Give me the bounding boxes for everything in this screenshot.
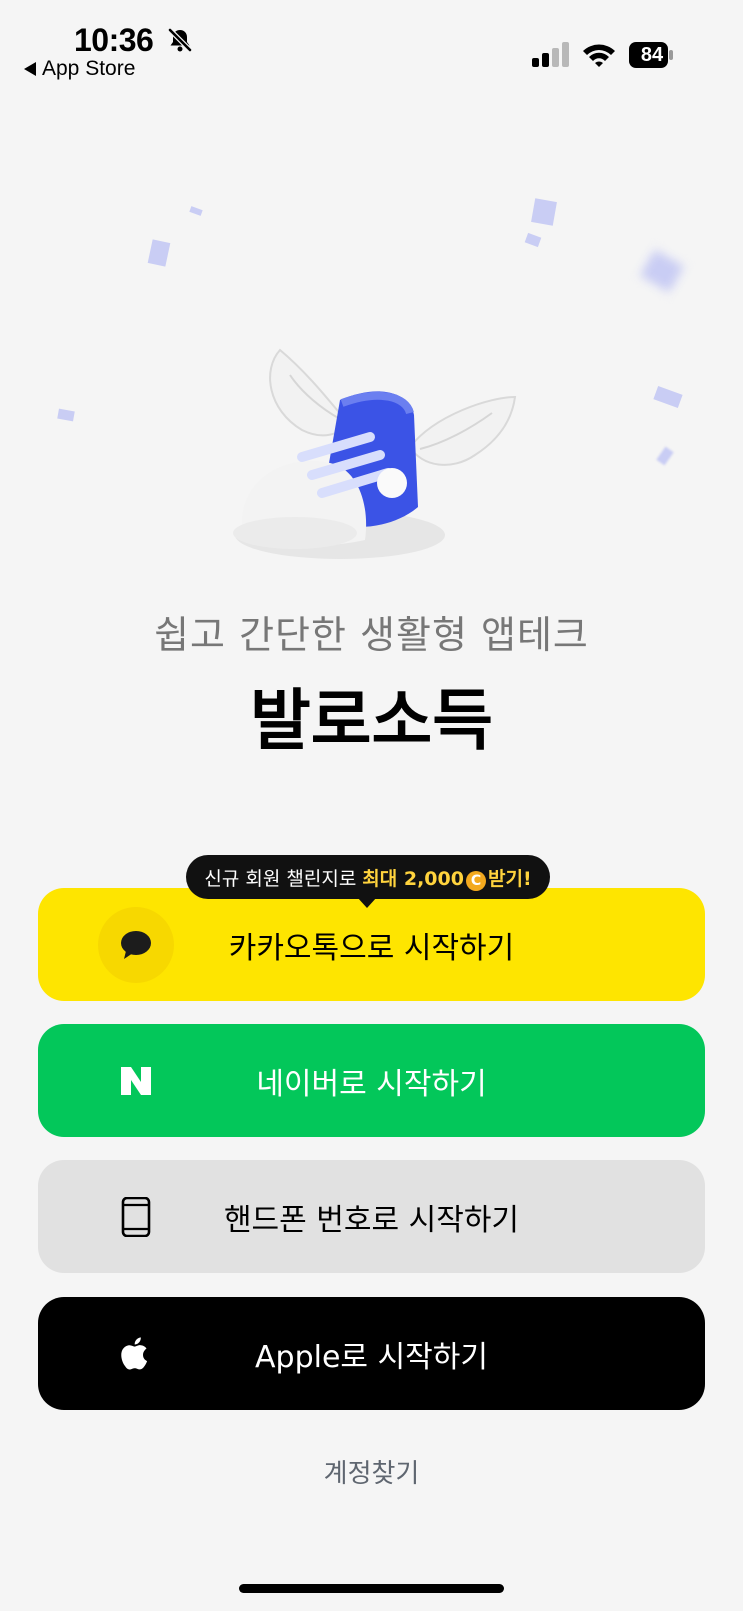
find-account-link[interactable]: 계정찾기 (0, 1453, 743, 1490)
confetti-decoration (57, 408, 75, 422)
phone-icon (121, 1196, 151, 1237)
confetti-decoration (653, 385, 683, 409)
hero-subtitle: 쉽고 간단한 생활형 앱테크 (154, 613, 589, 657)
naver-n-icon (121, 1066, 151, 1095)
naver-login-button[interactable]: 네이버로 시작하기 (38, 1024, 705, 1137)
battery-level: 84 (640, 44, 664, 66)
apple-icon (121, 1336, 148, 1370)
confetti-decoration (189, 206, 203, 216)
winged-sneaker-illustration (233, 348, 517, 559)
kakao-chat-icon (121, 930, 151, 959)
cellular-signal-icon (532, 42, 569, 67)
apple-login-label: Apple로 시작하기 (255, 1339, 488, 1375)
confetti-decoration (524, 232, 542, 248)
coin-icon: C (465, 870, 486, 891)
phone-login-label: 핸드폰 번호로 시작하기 (223, 1202, 520, 1238)
phone-login-button[interactable]: 핸드폰 번호로 시작하기 (38, 1160, 705, 1273)
tooltip-reward: 받기! (487, 867, 532, 890)
apple-login-button[interactable]: Apple로 시작하기 (38, 1297, 705, 1410)
tooltip-amount: 최대 2,000 (362, 867, 464, 890)
bell-slash-icon (168, 28, 192, 52)
tooltip-arrow (357, 897, 377, 908)
back-to-app-store[interactable]: App Store (24, 57, 135, 81)
app-title: 발로소득 (250, 682, 493, 759)
signup-bonus-tooltip: 신규 회원 챌린지로 최대 2,000 C 받기! (186, 855, 550, 899)
kakao-login-label: 카카오톡으로 시작하기 (228, 930, 515, 966)
confetti-decoration (656, 446, 674, 466)
tooltip-text: 신규 회원 챌린지로 (204, 867, 357, 890)
status-time: 10:36 (74, 22, 154, 58)
back-arrow-icon (24, 62, 36, 76)
naver-login-label: 네이버로 시작하기 (256, 1066, 487, 1102)
tooltip-highlight: 최대 2,000 C 받기! (362, 864, 532, 891)
back-app-label: App Store (42, 57, 136, 80)
home-indicator[interactable] (239, 1584, 504, 1593)
confetti-decoration (531, 198, 557, 226)
confetti-decoration (639, 249, 685, 293)
wifi-icon (583, 44, 615, 67)
confetti-decoration (147, 239, 171, 267)
